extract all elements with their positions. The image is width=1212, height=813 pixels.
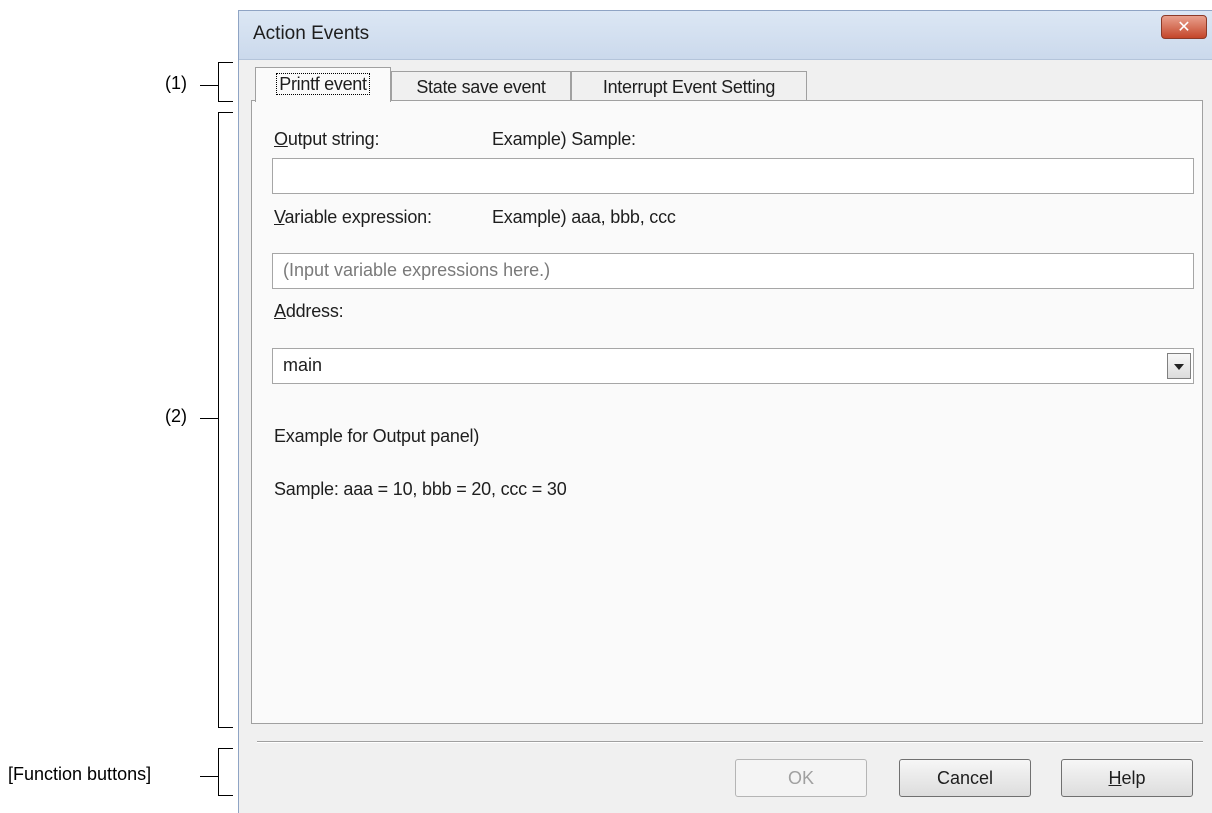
variable-expression-input[interactable]: (Input variable expressions here.) (272, 253, 1194, 289)
callout-2-bracket (218, 112, 233, 728)
help-button[interactable]: Help (1061, 759, 1193, 797)
callout-fb-bracket (218, 748, 233, 796)
window-title: Action Events (253, 23, 370, 44)
output-string-input[interactable] (272, 158, 1194, 194)
output-string-label: Output string: (274, 129, 380, 149)
callout-function-buttons: [Function buttons] (8, 764, 152, 784)
button-separator (257, 741, 1203, 743)
address-combobox[interactable]: main (272, 348, 1194, 384)
close-icon: ✕ (1177, 17, 1191, 36)
action-events-dialog: Action Events ✕ Printf event State save … (238, 10, 1212, 813)
tab-printf-event[interactable]: Printf event (255, 67, 391, 102)
tab-interrupt-event-setting[interactable]: Interrupt Event Setting (571, 71, 807, 101)
variable-expression-label: Variable expression: (274, 207, 432, 227)
example-text: Sample: aaa = 10, bbb = 20, ccc = 30 (274, 479, 567, 499)
output-string-example: Example) Sample: (492, 129, 636, 149)
example-heading: Example for Output panel) (274, 426, 480, 446)
printf-event-panel: Output string: Example) Sample: Variable… (251, 100, 1203, 724)
address-label: Address: (274, 301, 344, 321)
variable-expression-example: Example) aaa, bbb, ccc (492, 207, 676, 227)
callout-1-bracket (218, 62, 233, 102)
callout-fb-tick (200, 776, 218, 777)
tab-label: State save event (416, 77, 546, 97)
cancel-button[interactable]: Cancel (899, 759, 1031, 797)
callout-1: (1) (165, 73, 187, 93)
tab-state-save-event[interactable]: State save event (391, 71, 571, 101)
chevron-down-icon[interactable] (1167, 353, 1191, 379)
title-bar: Action Events ✕ (239, 11, 1212, 60)
callout-1-tick (200, 85, 218, 86)
callout-2-tick (200, 418, 218, 419)
ok-button[interactable]: OK (735, 759, 867, 797)
tab-label: Interrupt Event Setting (602, 77, 776, 97)
close-button[interactable]: ✕ (1161, 15, 1207, 39)
callout-2: (2) (165, 406, 187, 426)
address-value: main (283, 355, 323, 375)
tab-label: Printf event (276, 73, 370, 95)
